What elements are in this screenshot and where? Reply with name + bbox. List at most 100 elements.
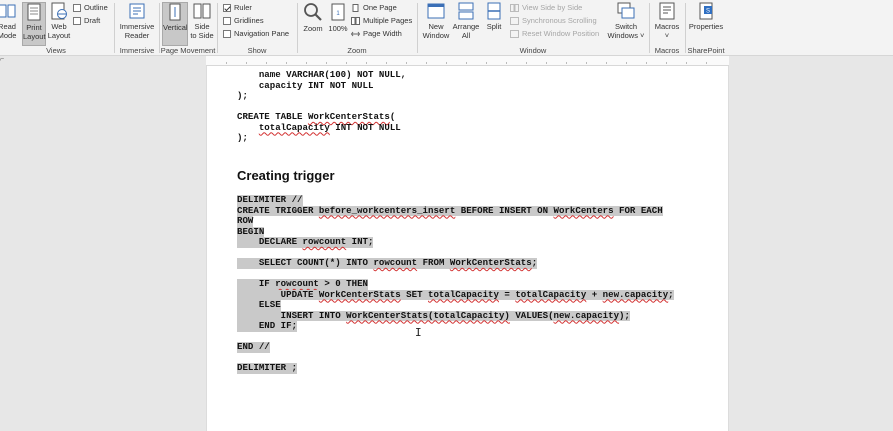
ruler-tick (646, 62, 647, 64)
show-group-label: Show (247, 46, 267, 55)
code-text: IF (237, 278, 276, 289)
code-text: ( (389, 111, 396, 122)
side-by-side-icon (510, 3, 519, 12)
code-text: BEFORE INSERT ON (455, 204, 554, 216)
ruler-tick (286, 62, 287, 64)
view-side-by-side-button[interactable]: View Side by Side (510, 3, 582, 12)
zoom-group: Zoom 1 100% One Page Multiple Pages Page… (298, 0, 416, 56)
draft-label: Draft (84, 16, 101, 25)
document-page[interactable]: name VARCHAR(100) NOT NULL, capacity INT… (206, 66, 729, 431)
ruler-tick (366, 62, 367, 64)
properties-button[interactable]: S Properties (687, 2, 725, 31)
code-text: ); (619, 309, 630, 321)
ruler-tick (266, 62, 267, 64)
vertical-button[interactable]: Vertical (162, 2, 188, 46)
arrange-all-label-1: Arrange (452, 22, 480, 31)
page-width-button[interactable]: Page Width (351, 29, 402, 38)
zoom-button[interactable]: Zoom (300, 2, 326, 33)
arrange-all-button[interactable]: Arrange All (452, 2, 480, 40)
ruler-tick (326, 62, 327, 64)
selected-code-line: END IF; (237, 320, 298, 332)
show-group: Ruler Gridlines Navigation Pane Show (218, 0, 296, 56)
one-page-button[interactable]: One Page (351, 3, 397, 12)
page-width-label: Page Width (363, 29, 402, 38)
spelling-flagged-text: before_workcenters_insert (318, 204, 456, 216)
vertical-scroll-icon (169, 3, 181, 21)
reset-window-icon (510, 29, 519, 38)
selected-code-line: DECLARE rowcount INT; (237, 236, 374, 248)
navigation-pane-checkbox[interactable]: Navigation Pane (223, 29, 289, 38)
page-icon (27, 3, 41, 21)
read-mode-label-2: Mode (0, 31, 17, 40)
switch-windows-button[interactable]: Switch Windows ˅ (606, 2, 646, 40)
one-page-label: One Page (363, 3, 397, 12)
gridlines-label: Gridlines (234, 16, 264, 25)
multiple-pages-button[interactable]: Multiple Pages (351, 16, 412, 25)
side-to-side-icon (193, 3, 211, 19)
sync-scroll-icon (510, 16, 519, 25)
zoom-100-label: 100% (328, 24, 348, 33)
ruler-tick (306, 62, 307, 64)
navigation-pane-label: Navigation Pane (234, 29, 290, 38)
zoom-label: Zoom (303, 24, 323, 33)
properties-label: Properties (688, 22, 724, 31)
new-window-label-2: Window (422, 31, 450, 40)
views-group: Read Mode Print Layout Web Layout Outlin… (0, 0, 112, 56)
selected-code-line: CREATE TRIGGER before_workcenters_insert… (237, 204, 663, 216)
sharepoint-group-label: SharePoint (687, 46, 725, 55)
code-text: ; (531, 257, 538, 268)
ruler-tick (246, 62, 247, 64)
one-page-icon (352, 3, 359, 12)
code-text: FOR EACH (613, 204, 663, 216)
read-mode-button[interactable]: Read Mode (0, 2, 20, 40)
ruler-label: Ruler (234, 3, 252, 12)
spelling-flagged-text: rowcount (373, 257, 418, 268)
synchronous-scrolling-button[interactable]: Synchronous Scrolling (510, 16, 597, 25)
spelling-flagged-text: totalCapacity (515, 288, 587, 300)
switch-windows-icon (617, 2, 635, 19)
ruler-tick (706, 62, 707, 64)
macros-button[interactable]: Macros ˅ (652, 2, 682, 40)
reset-window-position-button[interactable]: Reset Window Position (510, 29, 599, 38)
draft-icon (73, 16, 81, 25)
immersive-reader-label-2: Reader (124, 31, 150, 40)
horizontal-ruler[interactable] (206, 56, 729, 66)
ruler-checkbox[interactable]: Ruler (223, 3, 252, 12)
page-width-icon (351, 31, 360, 36)
gridlines-checkbox[interactable]: Gridlines (223, 16, 264, 25)
ruler-tick (606, 62, 607, 64)
selected-code-line: END // (237, 341, 270, 353)
web-layout-button[interactable]: Web Layout (47, 2, 71, 40)
checkbox-icon (223, 16, 231, 25)
code-text: SELECT COUNT(*) INTO (237, 257, 374, 268)
chevron-down-icon: ˅ (664, 31, 670, 40)
code-text: CREATE TABLE (237, 111, 308, 122)
code-text: INT; (346, 236, 374, 247)
page-movement-group-label: Page Movement (160, 46, 216, 55)
code-text: = (498, 288, 516, 300)
immersive-reader-button[interactable]: Immersive Reader (117, 2, 157, 40)
split-icon (487, 2, 501, 20)
selected-code-line: SELECT COUNT(*) INTO rowcount FROM WorkC… (237, 257, 538, 269)
draft-button[interactable]: Draft (73, 16, 100, 25)
new-window-icon (427, 3, 445, 19)
new-window-button[interactable]: New Window (420, 2, 452, 40)
new-window-label-1: New (428, 22, 444, 31)
print-layout-button[interactable]: Print Layout (22, 2, 46, 46)
ruler-tick (446, 62, 447, 64)
ruler-tick (526, 62, 527, 64)
split-button[interactable]: Split (482, 2, 506, 31)
print-layout-label-1: Print (26, 23, 42, 32)
side-to-side-button[interactable]: Side to Side (189, 2, 215, 40)
code-text: VALUES( (509, 309, 554, 321)
zoom-100-button[interactable]: 1 100% (327, 2, 349, 33)
page-movement-group: Vertical Side to Side Page Movement (160, 0, 216, 56)
view-ribbon: Read Mode Print Layout Web Layout Outlin… (0, 0, 893, 56)
ruler-tick (566, 62, 567, 64)
ruler-tick (506, 62, 507, 64)
window-group-label: Window (519, 46, 547, 55)
spelling-flagged-text: WorkCenterStats (449, 257, 532, 268)
outline-button[interactable]: Outline (73, 3, 108, 12)
code-line: ); (237, 132, 248, 143)
